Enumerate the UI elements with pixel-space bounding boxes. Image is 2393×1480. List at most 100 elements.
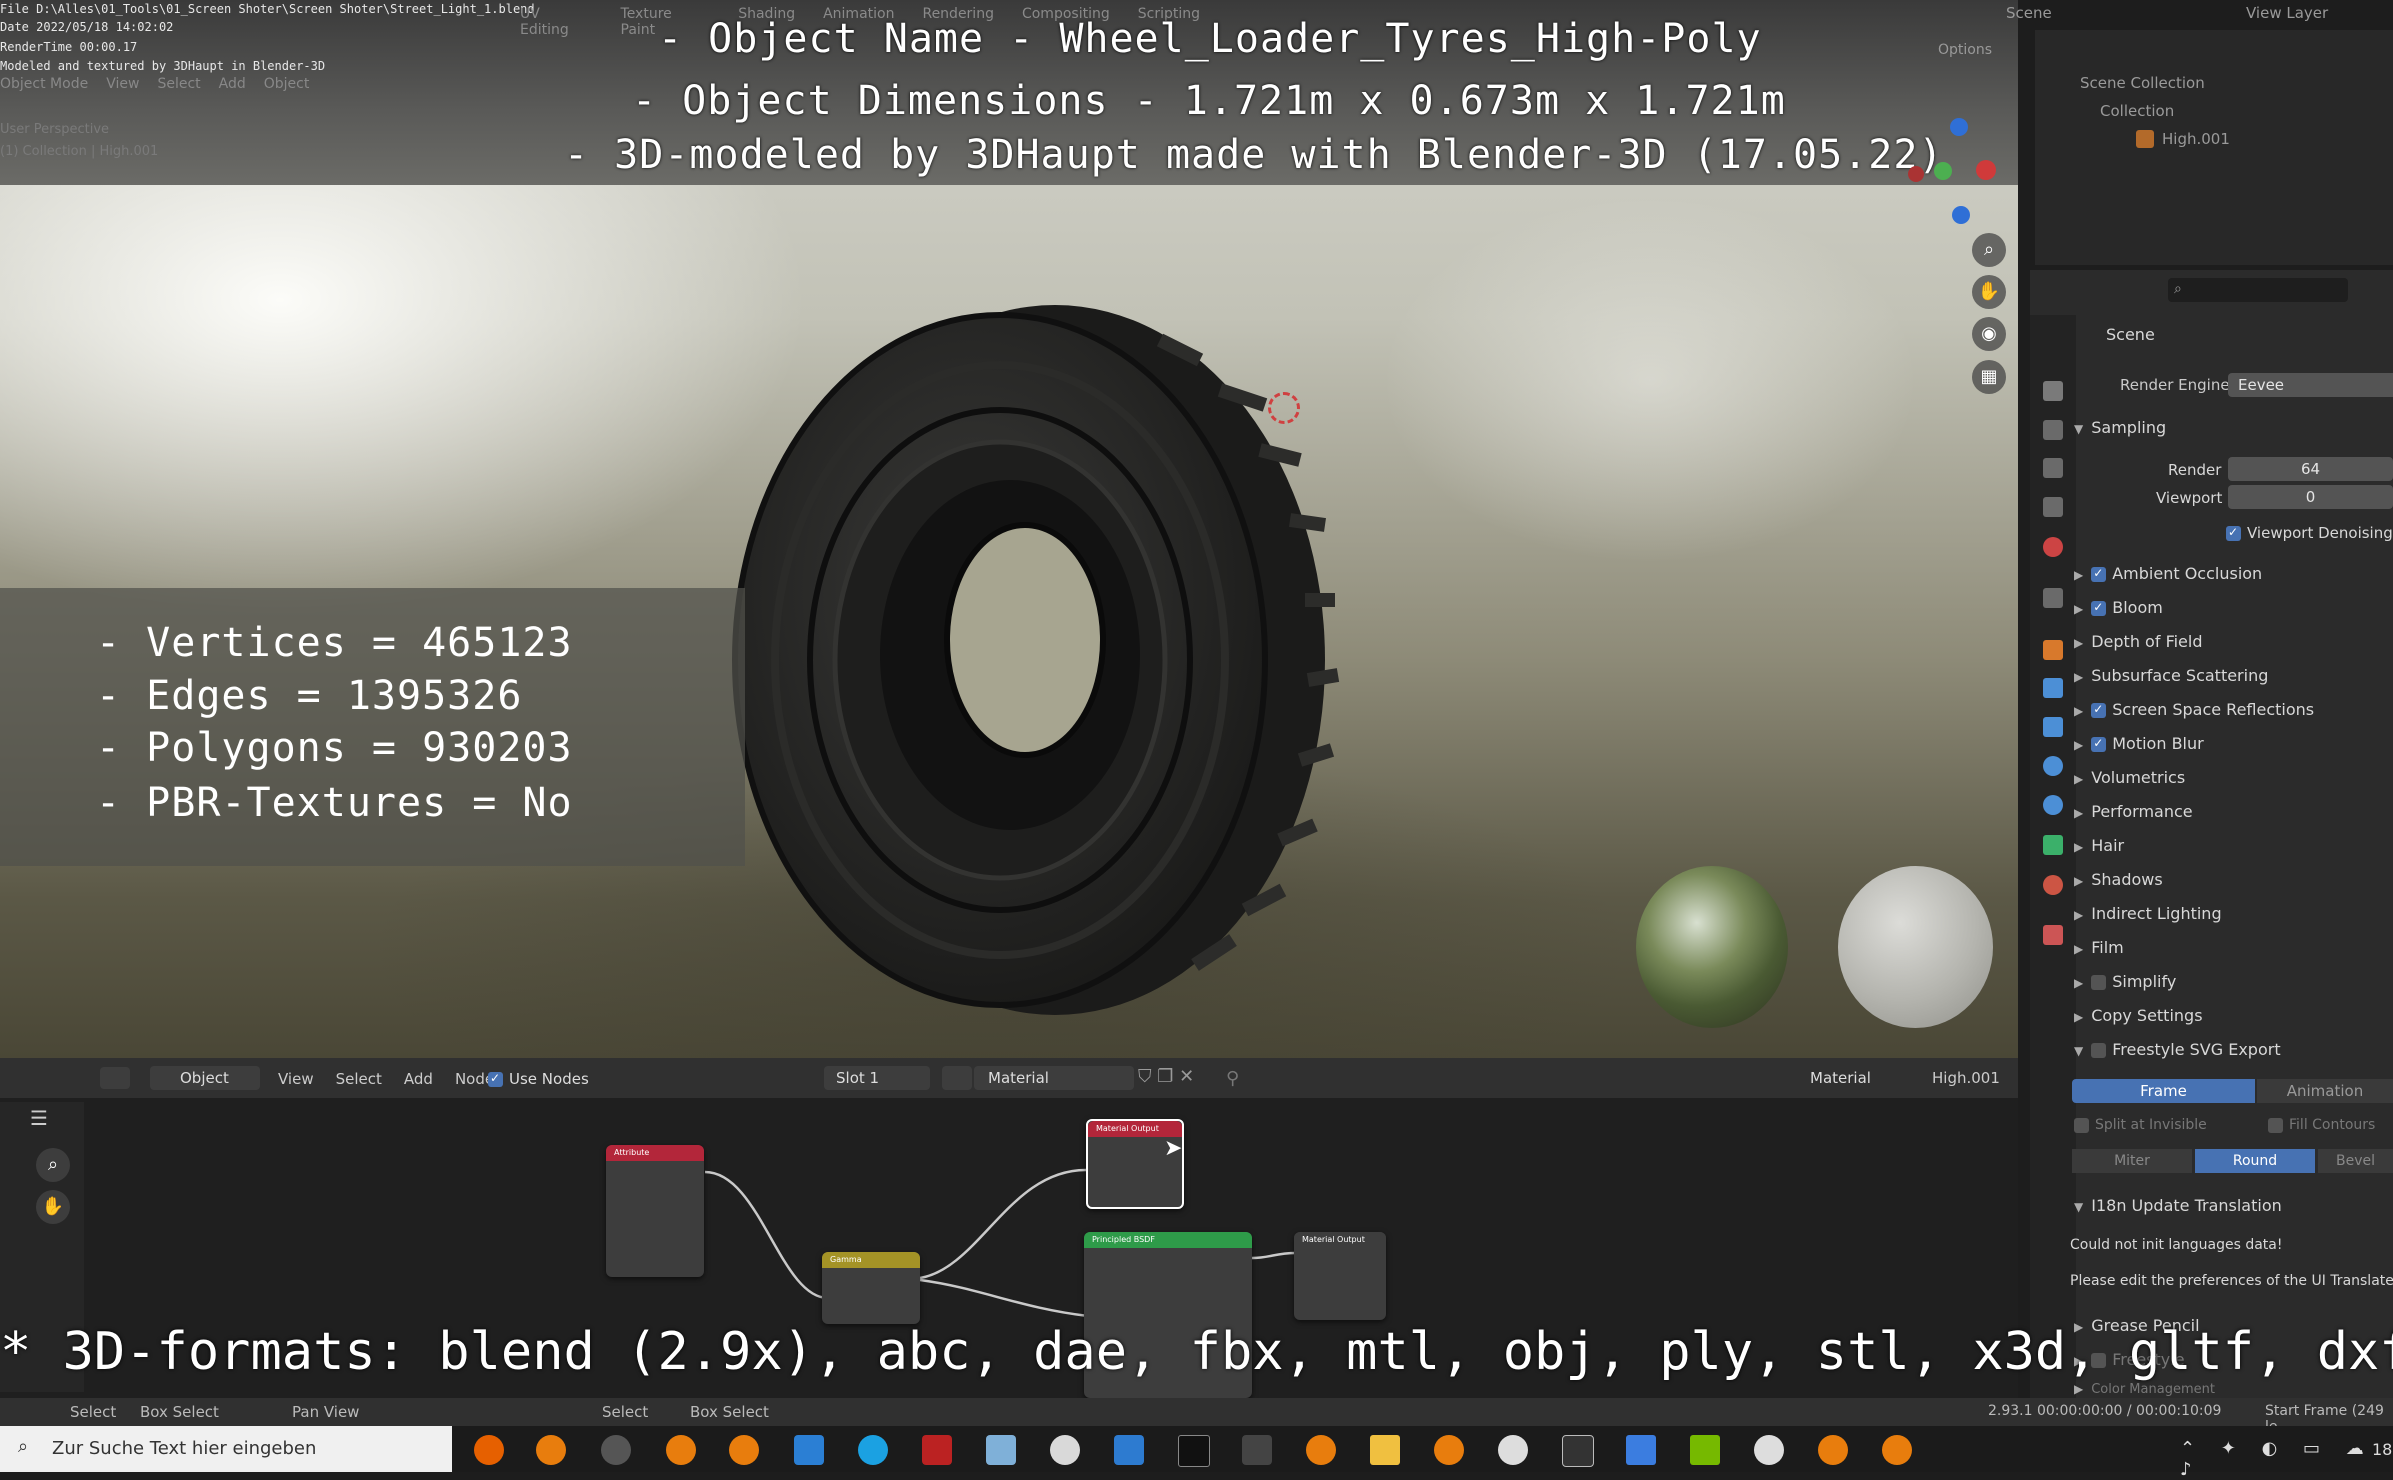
panel-indirect-lighting[interactable]: ▶ Indirect Lighting (2074, 904, 2222, 923)
output-tab-icon[interactable] (2043, 420, 2063, 440)
data-tab-icon[interactable] (2043, 835, 2063, 855)
camera-icon[interactable]: ◉ (1972, 317, 2006, 351)
panel-hair[interactable]: ▶ Hair (2074, 836, 2124, 855)
physics-tab-icon[interactable] (2043, 756, 2063, 776)
render-samples-field[interactable]: 64 (2228, 457, 2393, 481)
node-gamma[interactable]: Gamma (822, 1252, 920, 1324)
menu-object[interactable]: Object (264, 76, 310, 92)
taskbar-search-input[interactable]: ⌕ Zur Suche Text hier eingeben (0, 1426, 452, 1472)
tab-frame[interactable]: Frame (2072, 1079, 2255, 1103)
object-tab-icon[interactable] (2043, 640, 2063, 660)
node-menu-add[interactable]: Add (404, 1070, 433, 1088)
app-red-icon[interactable] (922, 1435, 952, 1465)
checkbox-checked-icon[interactable] (2091, 702, 2107, 718)
panel-depth-of-field[interactable]: ▶ Depth of Field (2074, 632, 2203, 651)
panel-ambient-occlusion[interactable]: ▶Ambient Occlusion (2074, 564, 2262, 583)
app-icon[interactable] (601, 1435, 631, 1465)
node-menu-select[interactable]: Select (336, 1070, 382, 1088)
3d-cursor-icon[interactable] (1268, 392, 1300, 424)
panel-performance[interactable]: ▶ Performance (2074, 802, 2193, 821)
panel-bloom[interactable]: ▶Bloom (2074, 598, 2163, 617)
app-grey-icon[interactable] (1242, 1435, 1272, 1465)
sampling-panel-header[interactable]: ▼ Sampling (2074, 418, 2166, 437)
paint-icon[interactable] (1050, 1435, 1080, 1465)
i18n-panel-header[interactable]: ▼ I18n Update Translation (2074, 1196, 2282, 1215)
menu-view[interactable]: View (106, 76, 139, 92)
blender-icon-6[interactable] (1818, 1435, 1848, 1465)
system-tray-icons[interactable]: ⌃ ✦ ◐ ▭ ☁ ♪ (2180, 1438, 2393, 1480)
render-engine-dropdown[interactable]: Eevee (2228, 373, 2393, 397)
firefox-icon[interactable] (474, 1435, 504, 1465)
join-round-button[interactable]: Round (2195, 1149, 2315, 1173)
panel-copy-settings[interactable]: ▶ Copy Settings (2074, 1006, 2203, 1025)
world-tab-icon[interactable] (2043, 537, 2063, 557)
panel-simplify[interactable]: ▶ Simplify (2074, 972, 2176, 991)
blender-icon-7[interactable] (1882, 1435, 1912, 1465)
split-invisible-checkbox[interactable]: Split at Invisible (2074, 1117, 2207, 1133)
scene-tab-icon[interactable] (2043, 497, 2063, 517)
view-layer-selector[interactable]: View Layer (2246, 4, 2328, 22)
modifier-tab-icon[interactable] (2043, 678, 2063, 698)
blender-icon-2[interactable] (666, 1435, 696, 1465)
cube-icon[interactable] (1562, 1435, 1594, 1467)
collection-tab-icon[interactable] (2043, 588, 2063, 608)
material-actions[interactable]: ⛉ ❐ ✕ (1138, 1066, 1210, 1090)
join-miter-button[interactable]: Miter (2072, 1149, 2192, 1173)
material-tab-icon[interactable] (2043, 875, 2063, 895)
node-material-output[interactable]: Material Output (1086, 1119, 1184, 1209)
checkbox-checked-icon[interactable] (2091, 566, 2107, 582)
blender-icon-3[interactable] (729, 1435, 759, 1465)
checkbox-unchecked-icon[interactable] (2091, 1043, 2107, 1058)
file-explorer-icon[interactable] (1370, 1435, 1400, 1465)
outliner-item-collection[interactable]: Collection (2100, 102, 2174, 120)
material-slot-dropdown[interactable]: Slot 1 (824, 1066, 930, 1090)
particles-tab-icon[interactable] (2043, 717, 2063, 737)
editor-type-icon[interactable] (100, 1067, 130, 1089)
panel-freestyle-svg-export[interactable]: ▼ Freestyle SVG Export (2074, 1040, 2281, 1059)
material-name-field[interactable]: Material (974, 1066, 1134, 1090)
node-material-output-2[interactable]: Material Output (1294, 1232, 1386, 1320)
panel-motion-blur[interactable]: ▶Motion Blur (2074, 734, 2204, 753)
viewport-denoising-checkbox[interactable]: Viewport Denoising (2226, 524, 2393, 542)
checkbox-unchecked-icon[interactable] (2091, 975, 2107, 990)
checkbox-checked-icon[interactable] (2091, 736, 2107, 752)
tyre-model[interactable] (700, 300, 1340, 1020)
use-nodes-checkbox[interactable]: Use Nodes (488, 1070, 589, 1088)
app-blue-icon[interactable] (1114, 1435, 1144, 1465)
tab-uv-editing[interactable]: UV Editing (520, 6, 593, 38)
scene-selector[interactable]: Scene (2006, 4, 2052, 22)
mail-icon[interactable] (794, 1435, 824, 1465)
menu-select[interactable]: Select (157, 76, 200, 92)
clock-app-icon[interactable] (1754, 1435, 1784, 1465)
blender-icon[interactable] (536, 1435, 566, 1465)
pin-icon[interactable]: ⚲ (1226, 1068, 1239, 1089)
panel-film[interactable]: ▶ Film (2074, 938, 2124, 957)
join-bevel-button[interactable]: Bevel (2318, 1149, 2393, 1173)
node-menu-view[interactable]: View (278, 1070, 314, 1088)
zoom-icon[interactable]: ⌕ (1972, 233, 2006, 267)
tab-animation-freestyle[interactable]: Animation (2257, 1079, 2393, 1103)
panel-shadows[interactable]: ▶ Shadows (2074, 870, 2163, 889)
color-management-panel[interactable]: ▶ Color Management (2074, 1382, 2215, 1397)
navigation-gizmo[interactable] (1908, 118, 1998, 228)
menu-add[interactable]: Add (219, 76, 246, 92)
options-dropdown[interactable]: Options (1938, 42, 1992, 58)
view-layer-tab-icon[interactable] (2043, 458, 2063, 478)
panda-icon[interactable] (1498, 1435, 1528, 1465)
nvidia-icon[interactable] (1690, 1435, 1720, 1465)
outliner-scene-collection[interactable]: Scene Collection (2080, 74, 2205, 92)
blender-icon-5[interactable] (1434, 1435, 1464, 1465)
constraints-tab-icon[interactable] (2043, 795, 2063, 815)
checkbox-checked-icon[interactable] (2091, 600, 2107, 616)
panel-subsurface-scattering[interactable]: ▶ Subsurface Scattering (2074, 666, 2268, 685)
panel-screen-space-reflections[interactable]: ▶Screen Space Reflections (2074, 700, 2314, 719)
mode-dropdown[interactable]: Object Mode (0, 76, 88, 92)
pan-hand-icon[interactable]: ✋ (1972, 275, 2006, 309)
shader-type-dropdown[interactable]: Object (150, 1066, 260, 1090)
properties-editor[interactable] (2030, 270, 2393, 1398)
terminal-icon[interactable] (1178, 1435, 1210, 1467)
material-browse-icon[interactable] (942, 1066, 972, 1090)
node-attribute[interactable]: Attribute (606, 1145, 704, 1277)
texture-tab-icon[interactable] (2043, 925, 2063, 945)
properties-search-input[interactable]: ⌕ (2168, 278, 2348, 302)
